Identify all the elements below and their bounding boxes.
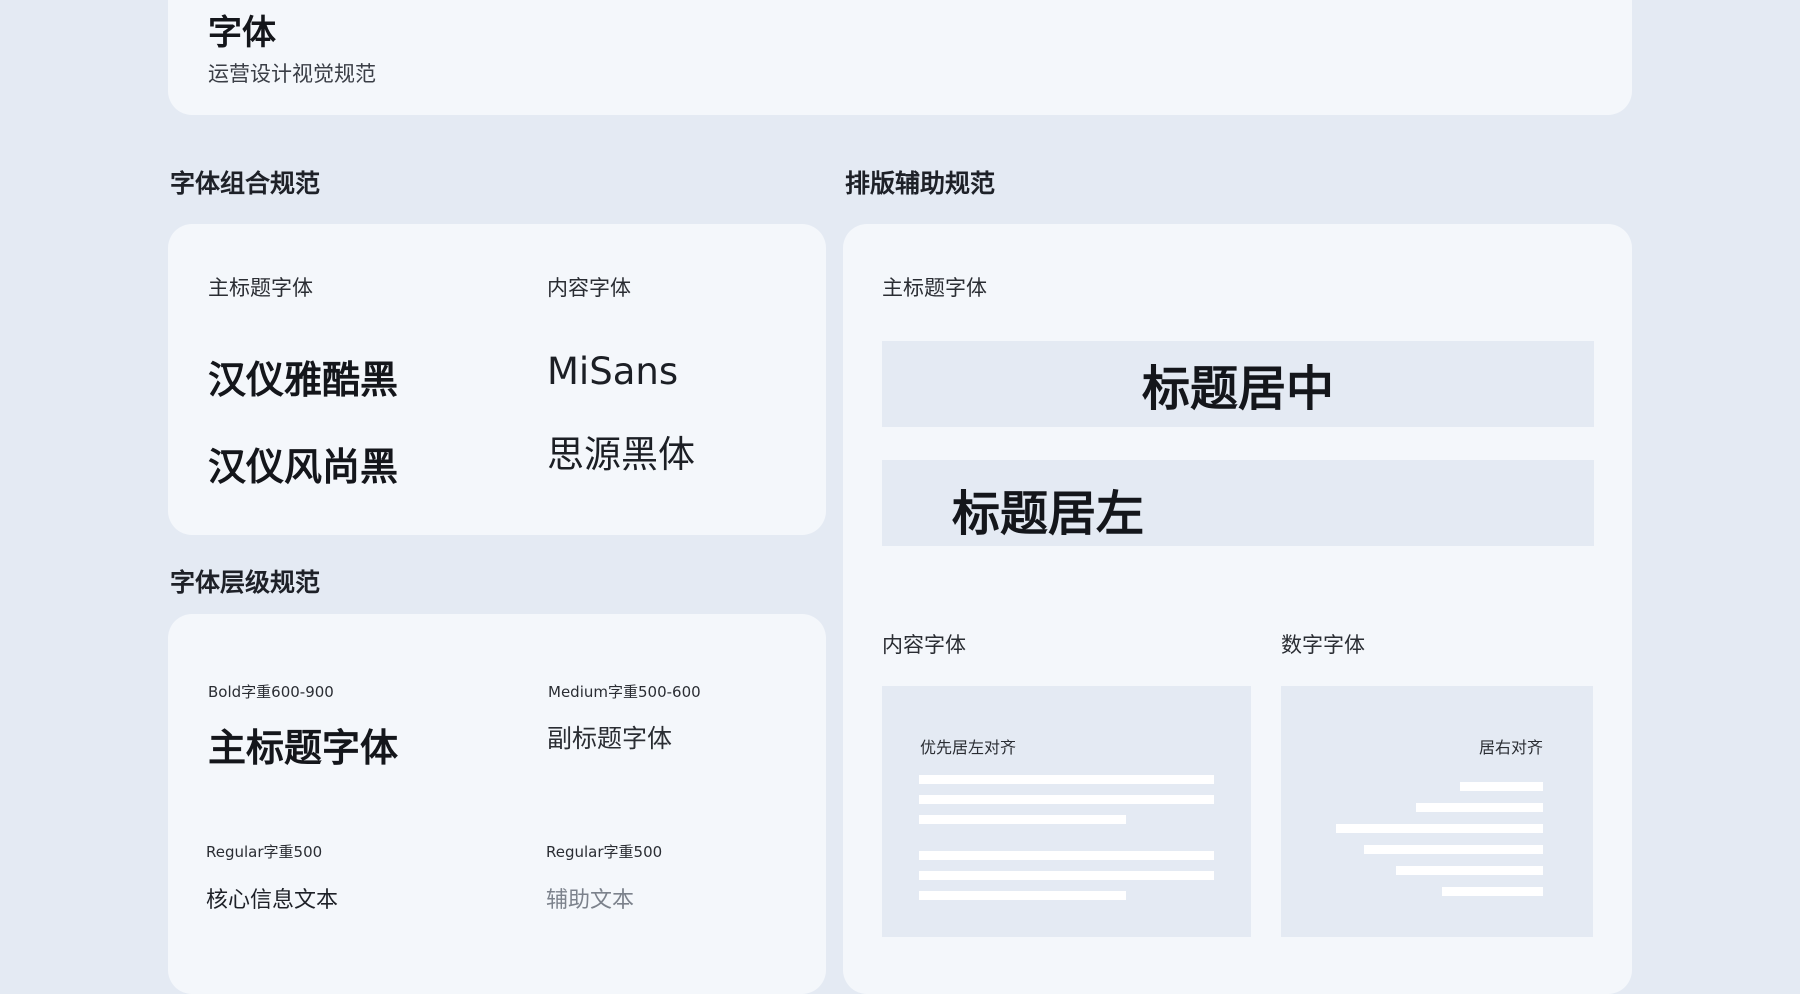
title-font-label: 主标题字体 [208, 276, 313, 300]
placeholder-line [919, 795, 1214, 804]
placeholder-line [919, 871, 1214, 880]
page-title: 字体 [208, 13, 276, 53]
placeholder-line [919, 851, 1214, 860]
layout-number-font-label: 数字字体 [1281, 633, 1365, 657]
combo-card: 主标题字体 内容字体 汉仪雅酷黑 汉仪风尚黑 MiSans 思源黑体 [168, 224, 826, 535]
level-sample-core-text: 核心信息文本 [206, 888, 339, 913]
level-sample-helper-text: 辅助文本 [546, 888, 635, 913]
placeholder-line [1336, 824, 1543, 833]
number-align-note: 居右对齐 [1478, 738, 1543, 757]
title-left-band: 标题居左 [882, 460, 1594, 546]
content-font-sample-1: MiSans [547, 350, 679, 393]
layout-section-title: 排版辅助规范 [845, 169, 996, 198]
layout-card: 主标题字体 标题居中 标题居左 内容字体 数字字体 优先居左对齐 居右对齐 [843, 224, 1632, 994]
levels-section-title: 字体层级规范 [170, 568, 321, 597]
level-weight-medium: Medium字重500-600 [548, 683, 701, 701]
content-font-label: 内容字体 [547, 276, 631, 300]
layout-title-font-label: 主标题字体 [882, 276, 987, 300]
placeholder-line [919, 891, 1126, 900]
title-left-sample: 标题居左 [952, 486, 1145, 542]
level-weight-regular-1: Regular字重500 [206, 843, 323, 861]
placeholder-line [1364, 845, 1543, 854]
page-subtitle: 运营设计视觉规范 [208, 62, 376, 86]
level-sample-main-title: 主标题字体 [208, 726, 399, 770]
header-card: 字体 运营设计视觉规范 [168, 0, 1632, 115]
content-font-sample-2: 思源黑体 [547, 433, 695, 476]
content-align-note: 优先居左对齐 [920, 738, 1017, 757]
content-align-box: 优先居左对齐 [882, 686, 1251, 937]
placeholder-line [1460, 782, 1543, 791]
layout-content-font-label: 内容字体 [882, 633, 966, 657]
placeholder-line [1396, 866, 1543, 875]
level-weight-bold: Bold字重600-900 [208, 683, 334, 701]
placeholder-line [1416, 803, 1543, 812]
levels-card: Bold字重600-900 主标题字体 Medium字重500-600 副标题字… [168, 614, 826, 994]
title-font-sample-2: 汉仪风尚黑 [208, 445, 399, 489]
title-center-sample: 标题居中 [1141, 361, 1334, 417]
title-center-band: 标题居中 [882, 341, 1594, 427]
placeholder-line [919, 815, 1126, 824]
level-weight-regular-2: Regular字重500 [546, 843, 663, 861]
placeholder-line [1442, 887, 1543, 896]
combo-section-title: 字体组合规范 [170, 169, 321, 198]
title-font-sample-1: 汉仪雅酷黑 [208, 358, 399, 402]
level-sample-subtitle: 副标题字体 [547, 724, 673, 753]
placeholder-line [919, 775, 1214, 784]
number-align-box: 居右对齐 [1281, 686, 1593, 937]
